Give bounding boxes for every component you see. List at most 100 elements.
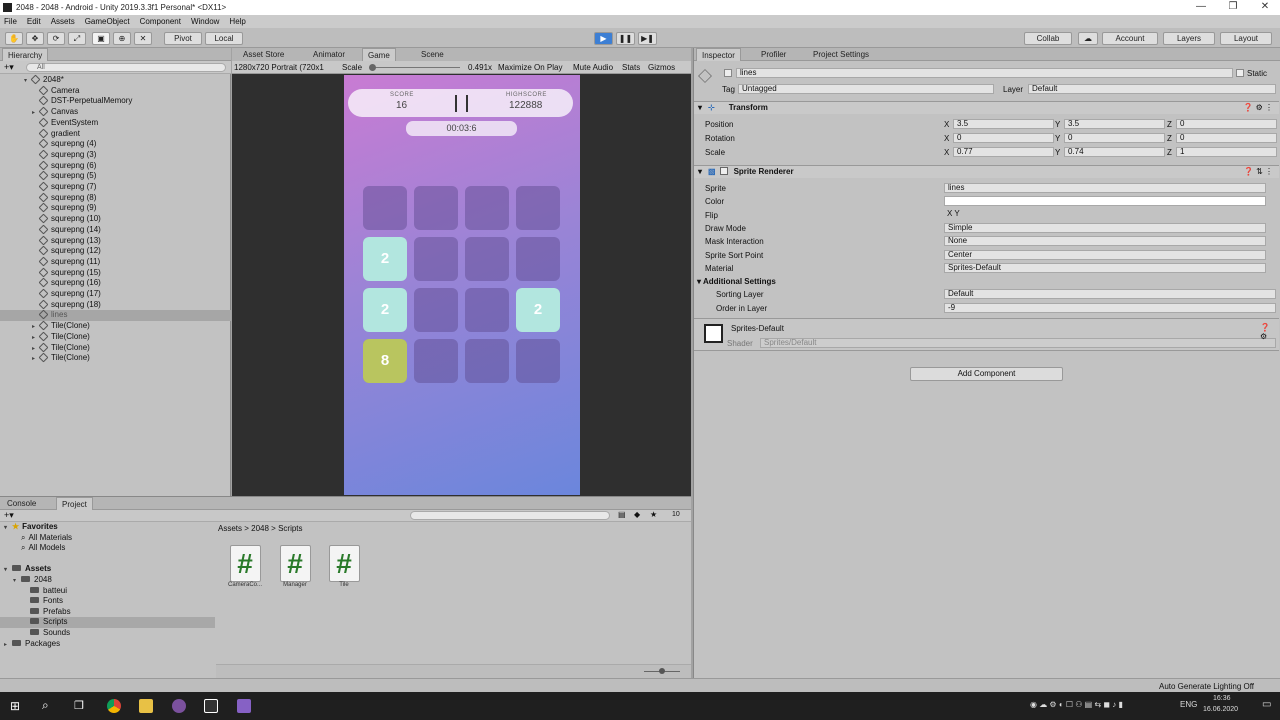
minimize-button[interactable]: — bbox=[1186, 0, 1216, 15]
scale-z-label[interactable]: Z bbox=[1167, 148, 1172, 157]
tab-inspector[interactable]: Inspector bbox=[696, 48, 741, 61]
layout-dropdown[interactable]: Layout bbox=[1220, 32, 1272, 45]
tab-console[interactable]: Console bbox=[2, 497, 41, 510]
menu-assets[interactable]: Assets bbox=[51, 15, 75, 28]
hand-tool-icon[interactable]: ✋ bbox=[5, 32, 23, 45]
rotate-tool-icon[interactable]: ⟳ bbox=[47, 32, 65, 45]
sprite-renderer-header[interactable]: ▾ ▧ Sprite Renderer ❓ ⇅ ⋮ bbox=[694, 165, 1279, 178]
filter-type-icon[interactable]: ▤ bbox=[618, 510, 626, 519]
account-dropdown[interactable]: Account bbox=[1102, 32, 1158, 45]
hierarchy-item[interactable]: Camera bbox=[0, 85, 231, 97]
add-component-button[interactable]: Add Component bbox=[910, 367, 1063, 381]
static-checkbox[interactable] bbox=[1236, 69, 1244, 77]
menu-edit[interactable]: Edit bbox=[27, 15, 41, 28]
asset-camera-controller[interactable]: # CameraCo... bbox=[220, 545, 270, 588]
hierarchy-item[interactable]: squrepng (12) bbox=[0, 245, 231, 257]
scale-z-input[interactable]: 1 bbox=[1176, 147, 1277, 157]
hierarchy-item[interactable]: squrepng (5) bbox=[0, 170, 231, 182]
breadcrumb-scripts[interactable]: Scripts bbox=[278, 524, 302, 533]
maximize-on-play-toggle[interactable]: Maximize On Play bbox=[498, 63, 562, 72]
additional-settings-foldout[interactable]: ▾ Additional Settings bbox=[697, 277, 776, 286]
material-settings-icon[interactable]: ❓ ⚙ bbox=[1260, 323, 1279, 341]
project-tree-item[interactable]: ▾ Assets bbox=[0, 564, 215, 575]
hierarchy-item[interactable]: squrepng (3) bbox=[0, 149, 231, 161]
file-explorer-icon[interactable] bbox=[139, 699, 153, 713]
hierarchy-item[interactable]: ▸ Tile(Clone) bbox=[0, 331, 231, 343]
pivot-toggle[interactable]: Pivot bbox=[164, 32, 202, 45]
tab-scene[interactable]: Scene bbox=[416, 48, 449, 61]
icon-size-handle[interactable] bbox=[659, 668, 665, 674]
transform-tool-icon[interactable]: ⊕ bbox=[113, 32, 131, 45]
maximize-button[interactable]: ❐ bbox=[1218, 0, 1248, 15]
sprite-sort-point-field[interactable]: Center bbox=[944, 250, 1266, 260]
project-create-icon[interactable]: +▾ bbox=[4, 510, 14, 521]
viber-icon[interactable] bbox=[172, 699, 186, 713]
position-z-label[interactable]: Z bbox=[1167, 120, 1172, 129]
project-tree-item[interactable]: Fonts bbox=[0, 596, 215, 607]
close-button[interactable]: ✕ bbox=[1250, 0, 1280, 15]
hierarchy-item[interactable]: squrepng (7) bbox=[0, 181, 231, 193]
hierarchy-item[interactable]: squrepng (13) bbox=[0, 235, 231, 247]
hierarchy-search-input[interactable]: All bbox=[26, 63, 226, 72]
tab-animator[interactable]: Animator bbox=[308, 48, 350, 61]
project-tree-item[interactable]: batteui bbox=[0, 586, 215, 597]
tab-project-settings[interactable]: Project Settings bbox=[808, 48, 874, 61]
tab-profiler[interactable]: Profiler bbox=[756, 48, 791, 61]
draw-mode-field[interactable]: Simple bbox=[944, 223, 1266, 233]
tag-dropdown[interactable]: Untagged bbox=[738, 84, 994, 94]
collab-dropdown[interactable]: Collab bbox=[1024, 32, 1072, 45]
tab-asset-store[interactable]: Asset Store bbox=[238, 48, 289, 61]
menu-gameobject[interactable]: GameObject bbox=[85, 15, 130, 28]
favorite-star-icon[interactable]: ★ bbox=[650, 510, 657, 519]
scale-y-label[interactable]: Y bbox=[1055, 148, 1060, 157]
local-toggle[interactable]: Local bbox=[205, 32, 243, 45]
mute-audio-toggle[interactable]: Mute Audio bbox=[573, 63, 613, 72]
language-indicator[interactable]: ENG bbox=[1180, 700, 1197, 709]
component-menu-icon[interactable]: ❓ ⇅ ⋮ bbox=[1244, 166, 1273, 178]
hierarchy-item[interactable]: squrepng (14) bbox=[0, 224, 231, 236]
project-tree-item[interactable]: ▸ Packages bbox=[0, 639, 215, 650]
move-tool-icon[interactable]: ✥ bbox=[26, 32, 44, 45]
hierarchy-item[interactable]: squrepng (11) bbox=[0, 256, 231, 268]
hierarchy-item[interactable]: gradient bbox=[0, 128, 231, 140]
gizmos-dropdown[interactable]: Gizmos bbox=[648, 63, 675, 72]
hierarchy-item[interactable]: DST-PerpetualMemory bbox=[0, 95, 231, 107]
project-search-input[interactable] bbox=[410, 511, 610, 520]
hierarchy-item[interactable]: squrepng (9) bbox=[0, 202, 231, 214]
windows-start-icon[interactable]: ⊞ bbox=[10, 699, 20, 713]
breadcrumb-assets[interactable]: Assets bbox=[218, 524, 242, 533]
resolution-dropdown[interactable]: 1280x720 Portrait (720x1 bbox=[234, 63, 324, 72]
tab-hierarchy[interactable]: Hierarchy bbox=[2, 48, 49, 61]
rotation-z-input[interactable]: 0 bbox=[1176, 133, 1277, 143]
rotation-z-label[interactable]: Z bbox=[1167, 134, 1172, 143]
clock-time[interactable]: 16:36 bbox=[1213, 695, 1231, 702]
notifications-icon[interactable]: ▭ bbox=[1262, 699, 1271, 710]
hierarchy-item[interactable]: squrepng (10) bbox=[0, 213, 231, 225]
project-tree-item[interactable]: Scripts bbox=[0, 617, 215, 628]
unity-taskbar-icon[interactable] bbox=[204, 699, 218, 713]
position-y-label[interactable]: Y bbox=[1055, 120, 1060, 129]
rotation-y-input[interactable]: 0 bbox=[1064, 133, 1165, 143]
hierarchy-item[interactable]: squrepng (16) bbox=[0, 277, 231, 289]
hierarchy-item[interactable]: EventSystem bbox=[0, 117, 231, 129]
menu-file[interactable]: File bbox=[4, 15, 17, 28]
shader-dropdown[interactable]: Sprites/Default bbox=[760, 338, 1276, 348]
rotation-x-label[interactable]: X bbox=[944, 134, 949, 143]
project-tree-item[interactable]: ▾ 2048 bbox=[0, 575, 215, 586]
project-tree-item[interactable]: Sounds bbox=[0, 628, 215, 639]
menu-window[interactable]: Window bbox=[191, 15, 219, 28]
sprite-field[interactable]: lines bbox=[944, 183, 1266, 193]
play-button[interactable]: ▶ bbox=[594, 32, 613, 45]
hierarchy-item[interactable]: squrepng (4) bbox=[0, 138, 231, 150]
filter-label-icon[interactable]: ◆ bbox=[634, 510, 640, 519]
order-in-layer-input[interactable]: -9 bbox=[944, 303, 1276, 313]
transform-header[interactable]: ▾ ⊹ Transform ❓ ⚙ ⋮ bbox=[694, 101, 1279, 114]
sorting-layer-dropdown[interactable]: Default bbox=[944, 289, 1276, 299]
cloud-icon[interactable]: ☁ bbox=[1078, 32, 1098, 45]
position-y-input[interactable]: 3.5 bbox=[1064, 119, 1165, 129]
scale-slider-track[interactable] bbox=[372, 67, 460, 68]
hierarchy-item[interactable]: squrepng (18) bbox=[0, 299, 231, 311]
scale-x-label[interactable]: X bbox=[944, 148, 949, 157]
task-view-icon[interactable]: ❐ bbox=[74, 699, 84, 712]
project-tree-item[interactable]: ⌕ All Materials bbox=[0, 533, 215, 544]
